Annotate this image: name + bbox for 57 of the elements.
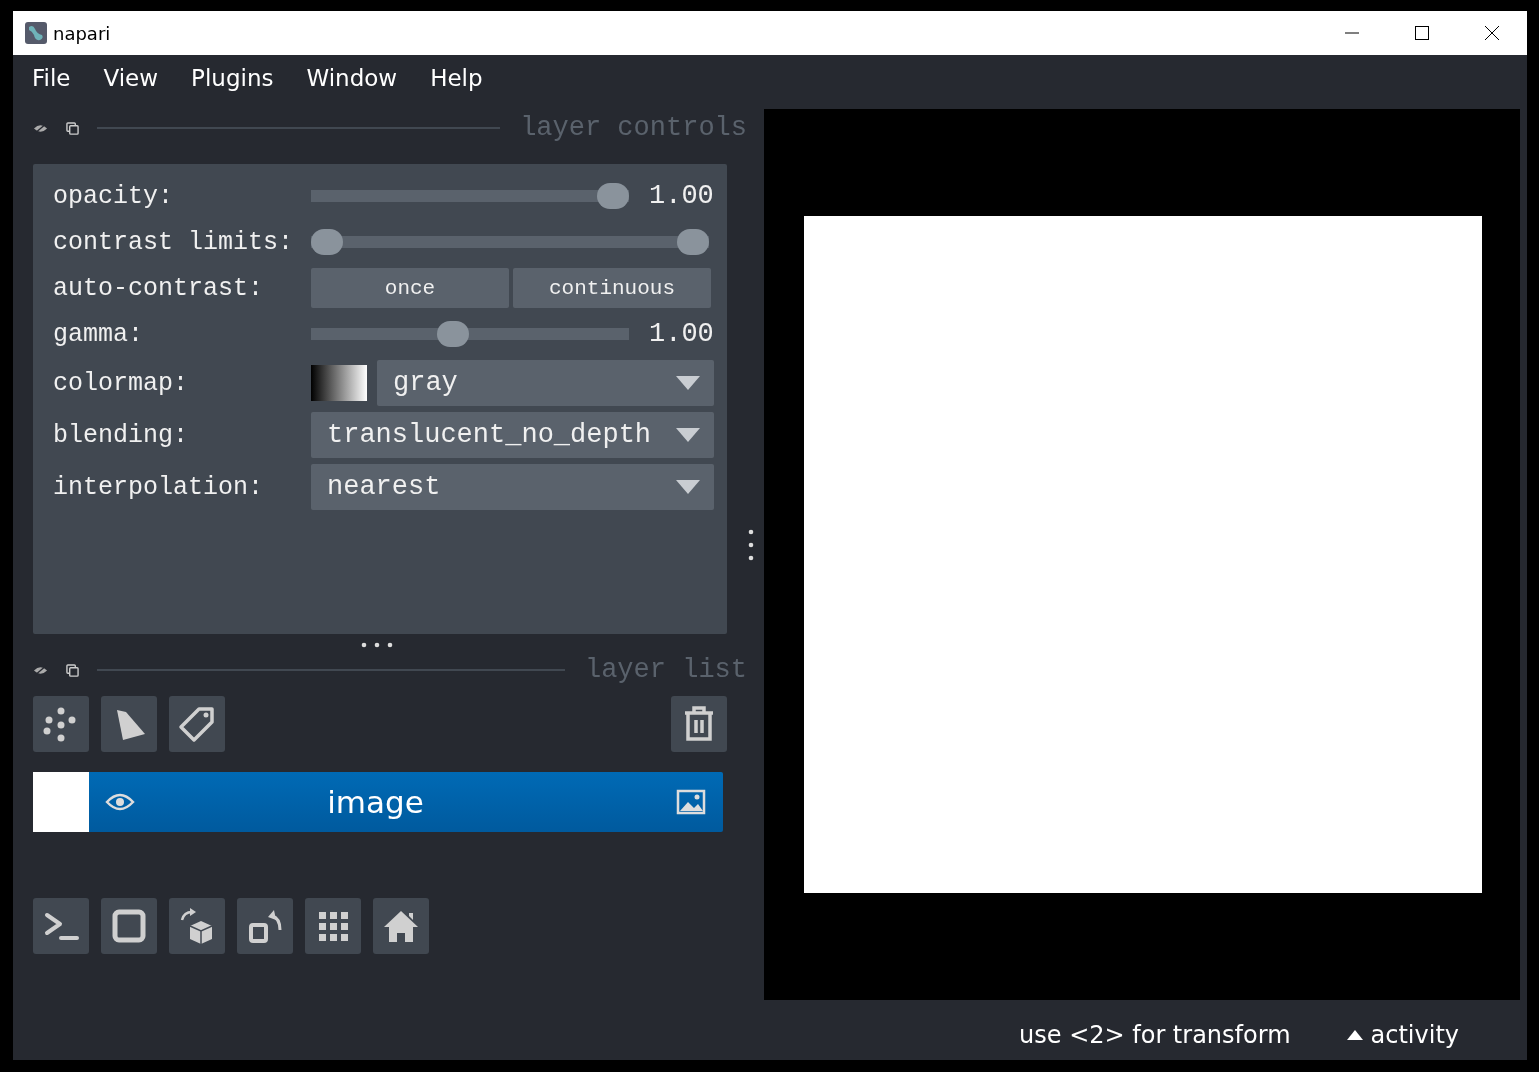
dropdown[interactable]: nearest: [311, 464, 714, 510]
colormap-swatch: [311, 365, 367, 401]
console-button[interactable]: [33, 898, 89, 954]
menu-item[interactable]: File: [32, 64, 71, 91]
slider-thumb[interactable]: [597, 183, 629, 209]
slider-thumb[interactable]: [436, 321, 469, 347]
control-label: gamma:: [53, 319, 144, 349]
activity-toggle[interactable]: activity: [1370, 1021, 1459, 1049]
dropdown-arrow-icon: [675, 428, 700, 442]
control-label: blending:: [53, 420, 190, 450]
dropdown-arrow-icon: [675, 376, 700, 390]
auto-contrast-button[interactable]: once: [311, 268, 509, 308]
maximize-icon[interactable]: [1414, 25, 1430, 41]
float-window-icon[interactable]: [65, 121, 80, 135]
slider-thumb[interactable]: [677, 229, 709, 255]
slider-thumb[interactable]: [311, 229, 343, 255]
layer-name: image: [326, 784, 425, 820]
roll-dims-button[interactable]: [169, 898, 225, 954]
layer-item[interactable]: image: [33, 772, 723, 832]
dropdown-arrow-icon: [675, 480, 700, 494]
control-label: opacity:: [53, 181, 175, 211]
app-logo-icon: [25, 22, 47, 44]
layer-thumbnail: [33, 772, 89, 832]
viewer-canvas[interactable]: [764, 109, 1520, 1000]
ndisplay-button[interactable]: [101, 898, 157, 954]
home-button[interactable]: [373, 898, 429, 954]
control-label: contrast limits:: [53, 227, 295, 257]
control-label: colormap:: [53, 368, 190, 398]
new-labels-button[interactable]: [169, 696, 225, 752]
transpose-button[interactable]: [237, 898, 293, 954]
menu-item[interactable]: Window: [306, 64, 398, 91]
slider-reading: 1.00: [649, 319, 714, 349]
caret-up-icon[interactable]: [1346, 1030, 1363, 1040]
eye-icon[interactable]: [105, 792, 135, 812]
splitter-handle-icon[interactable]: [361, 642, 393, 648]
float-window-icon[interactable]: [65, 663, 80, 677]
menu-item[interactable]: Help: [430, 64, 483, 91]
menu-item[interactable]: Plugins: [191, 64, 274, 91]
control-label: interpolation:: [53, 472, 265, 502]
auto-contrast-button[interactable]: continuous: [513, 268, 711, 308]
tag-icon: [177, 704, 217, 744]
panel-title: layer controls: [520, 113, 747, 143]
splitter-handle-icon[interactable]: [748, 529, 754, 561]
window-title: napari: [53, 22, 111, 44]
new-shapes-button[interactable]: [101, 696, 157, 752]
grid-button[interactable]: [305, 898, 361, 954]
colormap-dropdown[interactable]: gray: [377, 360, 714, 406]
slider-reading: 1.00: [649, 181, 714, 211]
new-points-button[interactable]: [33, 696, 89, 752]
status-message: use <2> for transform: [1019, 1021, 1291, 1049]
control-label: auto-contrast:: [53, 273, 265, 303]
delete-layer-button[interactable]: [671, 696, 727, 752]
dropdown[interactable]: translucent_no_depth: [311, 412, 714, 458]
menu-item[interactable]: View: [103, 64, 159, 91]
panel-title: layer list: [584, 655, 747, 685]
close-icon[interactable]: [1484, 25, 1500, 41]
image-icon: [676, 789, 706, 815]
